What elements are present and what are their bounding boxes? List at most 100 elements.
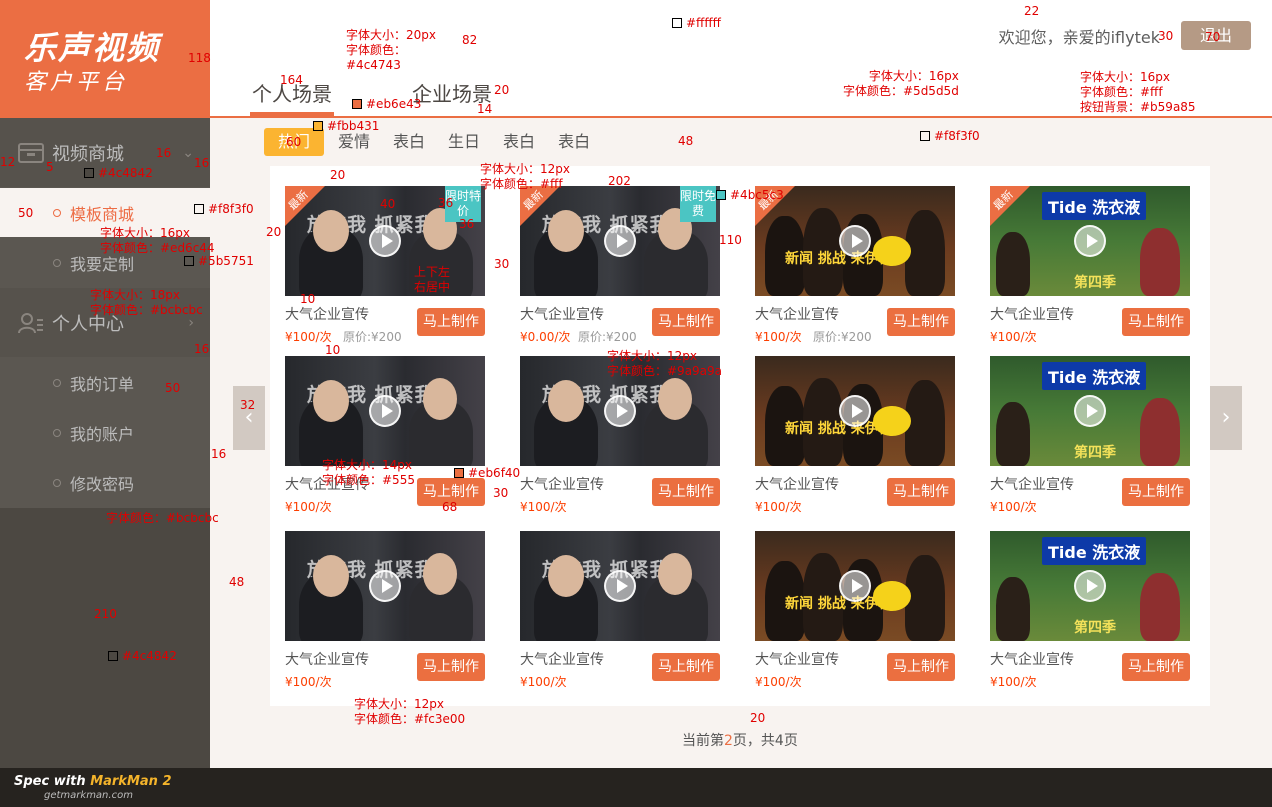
dim-label: 20 [266, 225, 282, 239]
spec-note-text: #fbb431 [327, 119, 380, 133]
pagination-current[interactable]: 2 [724, 733, 733, 749]
play-icon[interactable] [1074, 570, 1106, 602]
video-thumbnail[interactable]: 放弃我 抓紧我 [285, 531, 485, 641]
play-icon[interactable] [604, 570, 636, 602]
make-now-button[interactable]: 马上制作 [417, 653, 485, 681]
play-icon[interactable] [839, 395, 871, 427]
template-card[interactable]: 新闻 挑战 来伊份 大气企业宣传 ¥100/次 马上制作 [755, 531, 955, 691]
spec-note-text: #f8f3f0 [208, 202, 254, 216]
spec-note-text: #4bc5c3 [730, 188, 784, 202]
card-title[interactable]: 大气企业宣传 [520, 649, 604, 669]
card-title[interactable]: 大气企业宣传 [990, 304, 1074, 324]
card-title[interactable]: 大气企业宣传 [520, 474, 604, 494]
play-icon[interactable] [1074, 225, 1106, 257]
template-card[interactable]: 放弃我 抓紧我 大气企业宣传 ¥100/次 马上制作 [520, 356, 720, 516]
play-icon[interactable] [369, 395, 401, 427]
make-now-button[interactable]: 马上制作 [652, 478, 720, 506]
color-swatch [716, 190, 726, 200]
play-icon[interactable] [604, 395, 636, 427]
prev-page-arrow[interactable]: ‹ [233, 386, 265, 450]
dim-label: 36 [459, 217, 475, 231]
spec-note-sidebar-bg2: #4c4842 [108, 649, 177, 664]
spec-note-text: #eb6e43 [366, 97, 422, 111]
template-card[interactable]: Tide 洗衣液 第四季 最新 大气企业宣传 ¥100/次 马上制作 [990, 186, 1190, 346]
template-card[interactable]: Tide 洗衣液 第四季 大气企业宣传 ¥100/次 马上制作 [990, 531, 1190, 691]
thumbnail-face [658, 553, 692, 595]
card-original-price: 原价:¥200 [343, 330, 402, 344]
sidebar-item-label: 模板商城 [70, 204, 135, 224]
spec-note-hot-bg: #fbb431 [313, 119, 379, 134]
thumbnail-figure [996, 577, 1030, 641]
card-title[interactable]: 大气企业宣传 [990, 474, 1074, 494]
chevron-down-icon: ⌄ [182, 144, 194, 161]
make-now-button[interactable]: 马上制作 [887, 653, 955, 681]
thumbnail-mascot [873, 236, 911, 266]
make-now-button[interactable]: 马上制作 [1122, 308, 1190, 336]
color-swatch [454, 468, 464, 478]
video-thumbnail[interactable]: 放弃我 抓紧我 最新 限时免费 [520, 186, 720, 296]
template-card[interactable]: 放弃我 抓紧我 大气企业宣传 ¥100/次 马上制作 [285, 356, 485, 516]
template-card[interactable]: 放弃我 抓紧我 大气企业宣传 ¥100/次 马上制作 [285, 531, 485, 691]
sidebar-item-password[interactable]: 修改密码 [0, 458, 210, 508]
play-icon[interactable] [839, 225, 871, 257]
thumbnail-subtitle: 第四季 [1074, 445, 1116, 461]
category-birthday[interactable]: 生日 [448, 128, 480, 156]
video-thumbnail[interactable]: 放弃我 抓紧我 [520, 531, 720, 641]
dim-label: 60 [286, 135, 302, 149]
spec-note-welcome-font: 字体大小：16px 字体颜色：#5d5d5d [843, 69, 959, 98]
video-thumbnail[interactable]: Tide 洗衣液 第四季 最新 [990, 186, 1190, 296]
make-now-button[interactable]: 马上制作 [652, 308, 720, 336]
spec-note-tab-font: 字体大小：20px 字体颜色： #4c4743 [346, 28, 436, 72]
category-confession[interactable]: 表白 [503, 128, 535, 156]
thumbnail-face [423, 378, 457, 420]
template-card[interactable]: 放弃我 抓紧我 大气企业宣传 ¥100/次 马上制作 [520, 531, 720, 691]
make-now-button[interactable]: 马上制作 [887, 478, 955, 506]
card-title[interactable]: 大气企业宣传 [285, 304, 369, 324]
sidebar-item-label: 我的订单 [70, 374, 135, 394]
make-now-button[interactable]: 马上制作 [887, 308, 955, 336]
card-title[interactable]: 大气企业宣传 [755, 304, 839, 324]
video-thumbnail[interactable]: Tide 洗衣液 第四季 [990, 531, 1190, 641]
logo[interactable]: 乐声视频 客户平台 [0, 0, 210, 118]
play-icon[interactable] [839, 570, 871, 602]
thumbnail-brand-tag: Tide 洗衣液 [1042, 362, 1147, 390]
play-icon[interactable] [1074, 395, 1106, 427]
spec-note-text: #4c4842 [98, 166, 153, 180]
card-title[interactable]: 大气企业宣传 [285, 649, 369, 669]
make-now-button[interactable]: 马上制作 [417, 308, 485, 336]
bullet-icon [53, 209, 61, 217]
card-title[interactable]: 大气企业宣传 [755, 649, 839, 669]
dim-label: 20 [750, 711, 766, 725]
next-page-arrow[interactable]: › [1210, 386, 1242, 450]
video-thumbnail[interactable]: 新闻 挑战 来伊份 [755, 531, 955, 641]
play-icon[interactable] [604, 225, 636, 257]
dim-label: 164 [280, 73, 303, 87]
template-card[interactable]: Tide 洗衣液 第四季 大气企业宣传 ¥100/次 马上制作 [990, 356, 1190, 516]
play-icon[interactable] [369, 225, 401, 257]
logo-title: 乐声视频 [24, 29, 161, 67]
color-swatch [920, 131, 930, 141]
dim-label: 12 [0, 155, 16, 169]
dim-label: 14 [477, 102, 493, 116]
template-card[interactable]: 新闻 挑战 来伊份 最新 大气企业宣传 ¥100/次 原价:¥200 马上制作 [755, 186, 955, 346]
make-now-button[interactable]: 马上制作 [1122, 478, 1190, 506]
thumbnail-face [313, 380, 349, 422]
template-card[interactable]: 新闻 挑战 来伊份 大气企业宣传 ¥100/次 马上制作 [755, 356, 955, 516]
make-now-button[interactable]: 马上制作 [1122, 653, 1190, 681]
category-confession[interactable]: 表白 [393, 128, 425, 156]
template-card[interactable]: 放弃我 抓紧我 最新 限时免费 大气企业宣传 ¥0.00/次 原价:¥200 马上制作 [520, 186, 720, 346]
sidebar-item-account[interactable]: 我的账户 [0, 408, 210, 458]
spec-note-tab-underline: #eb6e43 [352, 97, 421, 112]
play-icon[interactable] [369, 570, 401, 602]
video-thumbnail[interactable]: 新闻 挑战 来伊份 [755, 356, 955, 466]
card-title[interactable]: 大气企业宣传 [520, 304, 604, 324]
video-thumbnail[interactable]: Tide 洗衣液第四季 [990, 356, 1190, 466]
card-title[interactable]: 大气企业宣传 [990, 649, 1074, 669]
video-thumbnail[interactable]: 新闻 挑战 来伊份 最新 [755, 186, 955, 296]
dim-label: 10 [300, 292, 316, 306]
card-original-price: 原价:¥200 [813, 330, 872, 344]
category-confession[interactable]: 表白 [558, 128, 590, 156]
video-thumbnail[interactable]: 放弃我 抓紧我 [285, 356, 485, 466]
card-title[interactable]: 大气企业宣传 [755, 474, 839, 494]
make-now-button[interactable]: 马上制作 [652, 653, 720, 681]
